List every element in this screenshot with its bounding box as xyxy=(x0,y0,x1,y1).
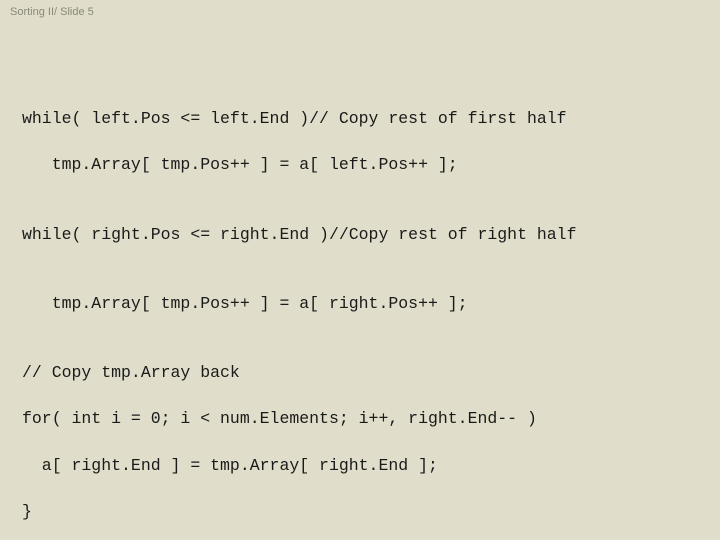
code-line: while( left.Pos <= left.End )// Copy res… xyxy=(22,107,700,130)
code-block: while( left.Pos <= left.End )// Copy res… xyxy=(22,84,700,540)
code-line: tmp.Array[ tmp.Pos++ ] = a[ left.Pos++ ]… xyxy=(22,153,700,176)
code-line: } xyxy=(22,500,700,523)
slide-header: Sorting II/ Slide 5 xyxy=(10,6,94,18)
code-line: while( right.Pos <= right.End )//Copy re… xyxy=(22,223,700,246)
code-line: a[ right.End ] = tmp.Array[ right.End ]; xyxy=(22,454,700,477)
slide: Sorting II/ Slide 5 while( left.Pos <= l… xyxy=(0,0,720,540)
code-line: // Copy tmp.Array back xyxy=(22,361,700,384)
code-line: tmp.Array[ tmp.Pos++ ] = a[ right.Pos++ … xyxy=(22,292,700,315)
code-line: for( int i = 0; i < num.Elements; i++, r… xyxy=(22,407,700,430)
